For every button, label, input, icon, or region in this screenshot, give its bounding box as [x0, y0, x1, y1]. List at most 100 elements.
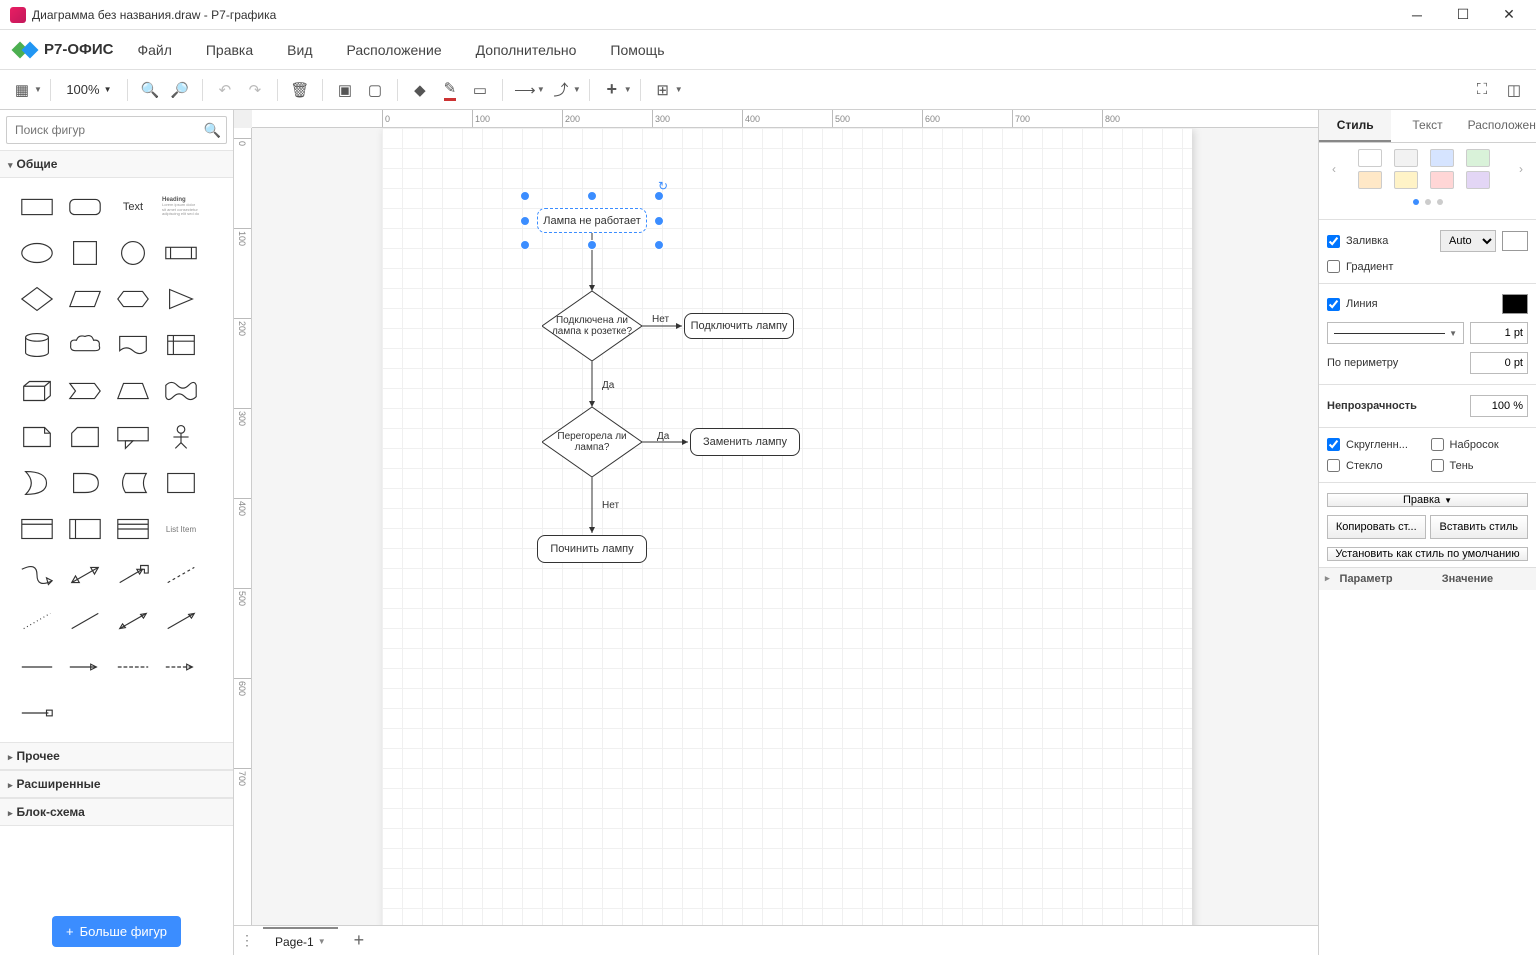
menu-file[interactable]: Файл — [127, 36, 181, 64]
zoom-in-icon[interactable]: 🔍 — [136, 76, 164, 104]
shape-parallelogram[interactable] — [62, 278, 108, 320]
category-advanced[interactable]: Расширенные — [0, 770, 233, 798]
tab-arrange[interactable]: Расположение — [1464, 110, 1536, 142]
shape-rectangle[interactable] — [14, 186, 60, 228]
view-mode-dropdown[interactable]: ▦▼ — [8, 76, 42, 104]
tab-style[interactable]: Стиль — [1319, 110, 1391, 142]
menu-extras[interactable]: Дополнительно — [466, 36, 587, 64]
menu-edit[interactable]: Правка — [196, 36, 263, 64]
shape-actor[interactable] — [158, 416, 204, 458]
table-dropdown[interactable]: ⊞▼ — [649, 76, 683, 104]
param-header[interactable]: ▸ Параметр Значение — [1319, 567, 1536, 590]
shape-square[interactable] — [62, 232, 108, 274]
resize-handle-nw[interactable] — [520, 191, 530, 201]
node-decision-2[interactable]: Перегорела ли лампа? — [542, 407, 642, 477]
swatch[interactable] — [1466, 171, 1490, 189]
menu-arrange[interactable]: Расположение — [336, 36, 451, 64]
shape-text[interactable]: Text — [110, 186, 156, 228]
node-decision-1[interactable]: Подключена ли лампа к розетке? — [542, 291, 642, 361]
zoom-out-icon[interactable]: 🔍 — [166, 76, 194, 104]
copy-style-button[interactable]: Копировать ст... — [1327, 515, 1426, 539]
swatch-next[interactable]: › — [1514, 162, 1528, 176]
menu-help[interactable]: Помощь — [600, 36, 674, 64]
shape-link3[interactable] — [110, 646, 156, 688]
more-shapes-button[interactable]: +Больше фигур — [52, 916, 181, 947]
shape-link4[interactable] — [158, 646, 204, 688]
shadow-checkbox[interactable] — [1431, 459, 1444, 472]
sketch-checkbox[interactable] — [1431, 438, 1444, 451]
to-back-icon[interactable]: ▢ — [361, 76, 389, 104]
close-button[interactable]: ✕ — [1486, 0, 1532, 30]
shape-trapezoid[interactable] — [110, 370, 156, 412]
shape-or[interactable] — [14, 462, 60, 504]
resize-handle-w[interactable] — [520, 216, 530, 226]
search-icon[interactable]: 🔍 — [204, 122, 221, 139]
resize-handle-ne[interactable] — [654, 191, 664, 201]
shape-note[interactable] — [14, 416, 60, 458]
resize-handle-s[interactable] — [587, 240, 597, 250]
to-front-icon[interactable]: ▣ — [331, 76, 359, 104]
connection-dropdown[interactable]: ⟶▼ — [511, 76, 545, 104]
shape-data-storage[interactable] — [110, 462, 156, 504]
shape-diamond[interactable] — [14, 278, 60, 320]
shape-ellipse[interactable] — [14, 232, 60, 274]
resize-handle-e[interactable] — [654, 216, 664, 226]
maximize-button[interactable]: ☐ — [1440, 0, 1486, 30]
swatch[interactable] — [1358, 171, 1382, 189]
node-fix-lamp[interactable]: Починить лампу — [537, 535, 647, 563]
category-flowchart[interactable]: Блок-схема — [0, 798, 233, 826]
glass-checkbox[interactable] — [1327, 459, 1340, 472]
resize-handle-sw[interactable] — [520, 240, 530, 250]
node-connect-lamp[interactable]: Подключить лампу — [684, 313, 794, 339]
shape-directional[interactable] — [158, 600, 204, 642]
line-style-select[interactable]: ▼ — [1327, 322, 1464, 344]
format-panel-icon[interactable]: ◫ — [1500, 76, 1528, 104]
line-color-box[interactable] — [1502, 294, 1528, 314]
insert-dropdown[interactable]: +▼ — [598, 76, 632, 104]
category-misc[interactable]: Прочее — [0, 742, 233, 770]
minimize-button[interactable]: ─ — [1394, 0, 1440, 30]
shape-link5[interactable] — [14, 692, 60, 734]
resize-handle-n[interactable] — [587, 191, 597, 201]
fullscreen-icon[interactable]: ⛶ — [1468, 76, 1496, 104]
fill-color-icon[interactable]: ◆ — [406, 76, 434, 104]
swatch[interactable] — [1430, 149, 1454, 167]
shape-container[interactable] — [158, 462, 204, 504]
opacity-input[interactable]: 100 % — [1470, 395, 1528, 417]
rounded-checkbox[interactable] — [1327, 438, 1340, 451]
shape-cube[interactable] — [14, 370, 60, 412]
category-general[interactable]: Общие — [0, 150, 233, 178]
add-page-button[interactable]: + — [346, 930, 373, 951]
line-color-icon[interactable]: ✎ — [436, 76, 464, 104]
shape-list[interactable] — [110, 508, 156, 550]
tab-text[interactable]: Текст — [1391, 110, 1463, 142]
shape-v-container[interactable] — [62, 508, 108, 550]
shape-dotted-line[interactable] — [14, 600, 60, 642]
page-menu-icon[interactable]: ⋮ — [240, 932, 255, 949]
set-default-style-button[interactable]: Установить как стиль по умолчанию — [1327, 547, 1528, 561]
shape-and[interactable] — [62, 462, 108, 504]
redo-icon[interactable]: ↷ — [241, 76, 269, 104]
zoom-select[interactable]: 100%▼ — [59, 82, 119, 97]
shape-circle[interactable] — [110, 232, 156, 274]
shape-dashed-line[interactable] — [158, 554, 204, 596]
shape-internal-storage[interactable] — [158, 324, 204, 366]
node-replace-lamp[interactable]: Заменить лампу — [690, 428, 800, 456]
shape-tape[interactable] — [158, 370, 204, 412]
waypoint-dropdown[interactable]: ⤴▼ — [547, 76, 581, 104]
canvas-viewport[interactable]: Лампа не работает ↻ Подключена ли ла — [252, 128, 1318, 925]
swatch-page-dot[interactable] — [1425, 199, 1431, 205]
node-start[interactable]: Лампа не работает ↻ — [537, 208, 647, 233]
swatch-prev[interactable]: ‹ — [1327, 162, 1341, 176]
delete-icon[interactable]: 🗑 — [286, 76, 314, 104]
shape-line[interactable] — [62, 600, 108, 642]
shape-callout[interactable] — [110, 416, 156, 458]
shape-step[interactable] — [62, 370, 108, 412]
shape-link2[interactable] — [62, 646, 108, 688]
shape-link1[interactable] — [14, 646, 60, 688]
shape-bidir-arrow[interactable] — [62, 554, 108, 596]
resize-handle-se[interactable] — [654, 240, 664, 250]
shape-hexagon[interactable] — [110, 278, 156, 320]
fill-checkbox[interactable] — [1327, 235, 1340, 248]
gradient-checkbox[interactable] — [1327, 260, 1340, 273]
